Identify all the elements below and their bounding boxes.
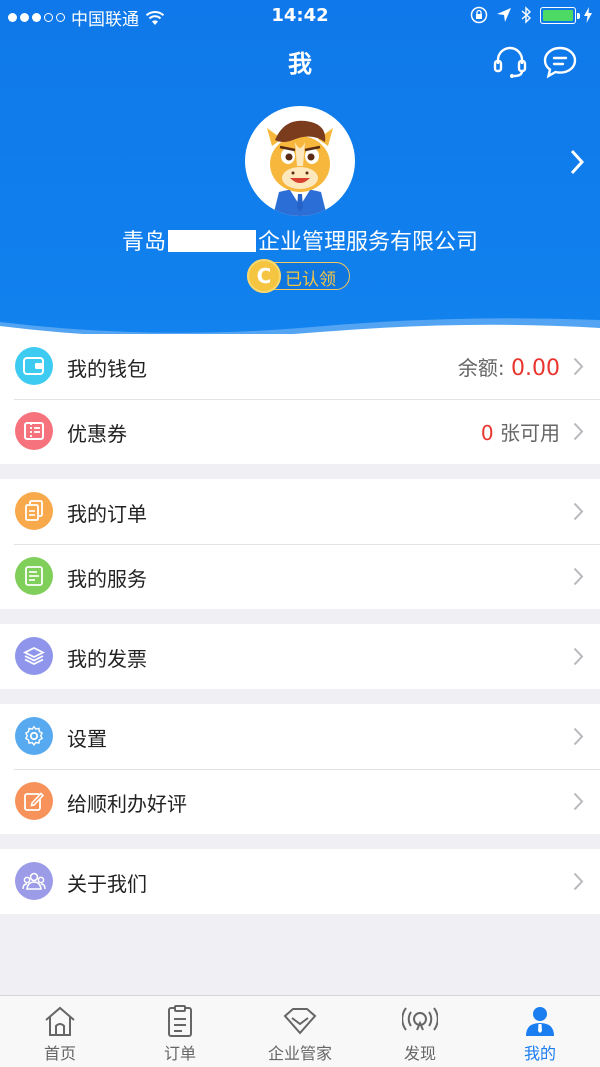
review-row[interactable]: 给顺利办好评 [0, 769, 600, 834]
orders-group: 我的订单 我的服务 [0, 479, 600, 609]
tab-home[interactable]: 首页 [0, 996, 120, 1067]
tab-label: 首页 [43, 1044, 76, 1063]
chevron-right-icon[interactable] [568, 148, 586, 176]
claim-status-text: 已认领 [285, 270, 336, 290]
coupon-count-suffix: 张可用 [500, 421, 560, 445]
balance-label: 余额: [457, 356, 505, 380]
redacted-block [168, 230, 256, 252]
charging-icon [584, 7, 592, 23]
claim-status-badge: C 已认领 [247, 259, 350, 293]
chevron-right-icon [573, 792, 584, 811]
team-icon [15, 862, 53, 900]
invoices-group: 我的发票 [0, 624, 600, 689]
chevron-right-icon [573, 422, 584, 441]
company-name-prefix: 青岛 [121, 230, 166, 255]
invoice-layers-icon [15, 637, 53, 675]
invoices-row[interactable]: 我的发票 [0, 624, 600, 689]
person-icon [526, 1007, 554, 1036]
coupon-icon [15, 412, 53, 450]
orders-row[interactable]: 我的订单 [0, 479, 600, 544]
tab-enterprise-manager[interactable]: 企业管家 [240, 996, 360, 1067]
about-label: 关于我们 [67, 872, 147, 896]
company-name: 青岛 企业管理服务有限公司 [0, 224, 600, 256]
coin-icon: C [247, 259, 281, 293]
coupon-row[interactable]: 优惠券 0 张可用 [0, 399, 600, 464]
customer-service-icon[interactable] [492, 44, 528, 80]
edit-icon [15, 782, 53, 820]
status-bar: 中国联通 14:42 [0, 0, 600, 32]
orders-label: 我的订单 [67, 502, 147, 526]
chevron-right-icon [573, 727, 584, 746]
wallet-group: 我的钱包 余额: 0.00 优惠券 0 张可用 [0, 334, 600, 464]
settings-label: 设置 [67, 727, 107, 751]
gear-icon [15, 717, 53, 755]
services-label: 我的服务 [67, 567, 147, 591]
company-name-suffix: 企业管理服务有限公司 [258, 230, 479, 255]
horse-mascot-icon [267, 120, 333, 216]
services-icon [15, 557, 53, 595]
profile-header: 中国联通 14:42 我 青岛 企业管理服务有限公司 C 已认领 [0, 0, 600, 340]
tab-label: 企业管家 [267, 1044, 332, 1063]
chevron-right-icon [573, 357, 584, 376]
review-label: 给顺利办好评 [67, 792, 187, 816]
tab-orders[interactable]: 订单 [120, 996, 240, 1067]
diamond-icon [283, 1008, 317, 1035]
chevron-right-icon [573, 872, 584, 891]
tab-label: 我的 [523, 1044, 556, 1063]
message-icon[interactable] [542, 44, 578, 80]
chevron-right-icon [573, 502, 584, 521]
about-group: 关于我们 [0, 849, 600, 914]
settings-row[interactable]: 设置 [0, 704, 600, 769]
services-row[interactable]: 我的服务 [0, 544, 600, 609]
wallet-balance: 余额: 0.00 [458, 352, 560, 381]
settings-group: 设置 给顺利办好评 [0, 704, 600, 834]
home-icon [45, 1006, 75, 1036]
rotation-lock-icon [470, 6, 488, 24]
avatar[interactable] [245, 106, 355, 216]
balance-value: 0.00 [511, 356, 560, 381]
chevron-right-icon [573, 647, 584, 666]
tab-discover[interactable]: 发现 [360, 996, 480, 1067]
bluetooth-icon [521, 6, 532, 24]
coupon-count-value: 0 [480, 421, 494, 445]
orders-icon [15, 492, 53, 530]
wallet-icon [15, 347, 53, 385]
wallet-label: 我的钱包 [67, 357, 147, 381]
clipboard-icon [168, 1005, 192, 1037]
tab-me[interactable]: 我的 [480, 996, 600, 1067]
about-row[interactable]: 关于我们 [0, 849, 600, 914]
invoices-label: 我的发票 [67, 647, 147, 671]
tab-label: 发现 [403, 1044, 436, 1063]
broadcast-icon [402, 1007, 438, 1031]
wallet-row[interactable]: 我的钱包 余额: 0.00 [0, 334, 600, 399]
location-icon [497, 8, 511, 22]
tab-label: 订单 [163, 1044, 196, 1063]
battery-icon [540, 6, 580, 24]
coupon-count: 0 张可用 [481, 417, 560, 446]
tab-bar: 首页 订单 企业管家 发现 我的 [0, 995, 600, 1067]
chevron-right-icon [573, 567, 584, 586]
coupon-label: 优惠券 [67, 422, 127, 446]
